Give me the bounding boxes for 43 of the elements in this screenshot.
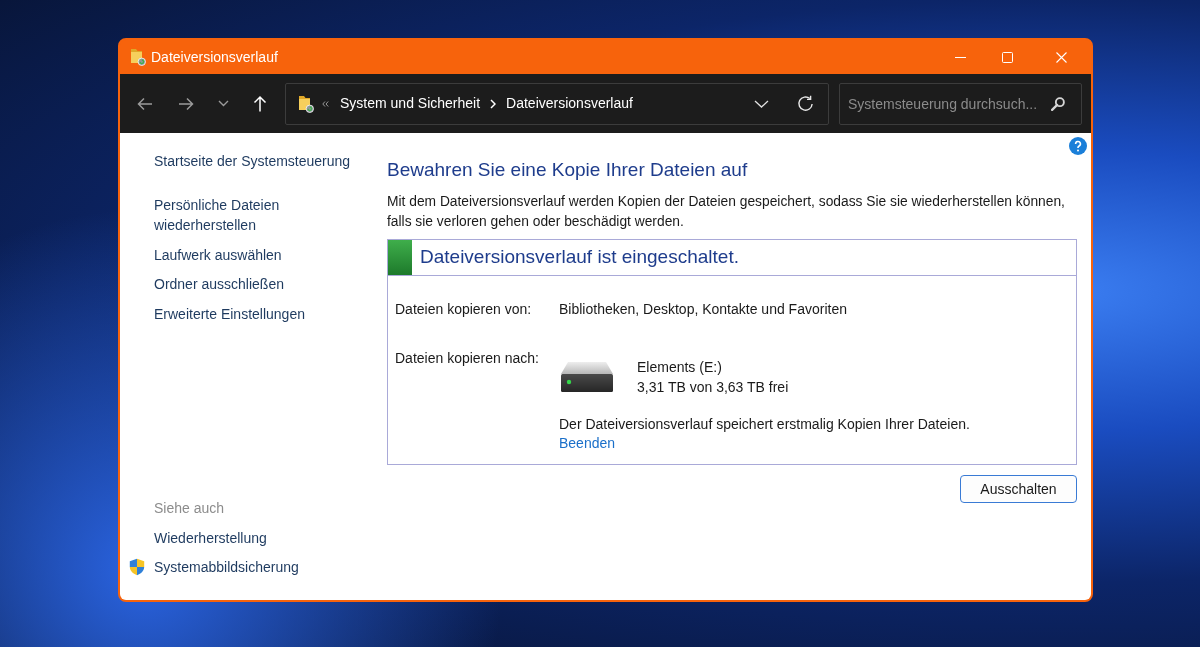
sidebar-link[interactable]: Laufwerk auswählen xyxy=(154,244,282,265)
search-icon xyxy=(1051,96,1065,111)
chevron-right-icon xyxy=(490,98,497,109)
window-title: Dateiversionsverlauf xyxy=(151,47,278,67)
description-text: Mit dem Dateiversionsverlauf werden Kopien der Dateien gespeichert, sodass Sie sie wiederherstellen können, falls sie verloren gehen oder beschädigt werden. xyxy=(387,193,1066,231)
address-bar[interactable]: System und Sicherheit Dateiversionsverlauf xyxy=(285,82,829,125)
refresh-icon xyxy=(796,95,814,112)
drive-name: Elements (E:) xyxy=(637,358,722,377)
folder-icon xyxy=(298,94,314,113)
breadcrumb-item[interactable]: Dateiversionsverlauf xyxy=(506,93,633,114)
turn-off-button[interactable]: Ausschalten xyxy=(960,475,1077,503)
arrow-left-icon xyxy=(137,95,153,112)
drive-icon xyxy=(561,362,613,392)
search-field[interactable]: Systemsteuerung durchsuch... xyxy=(839,82,1082,125)
arrow-right-icon xyxy=(178,95,194,112)
see-also-label: Siehe auch xyxy=(154,499,225,518)
status-message: Der Dateiversionsverlauf speichert erstmalig Kopien Ihrer Dateien. xyxy=(559,415,970,434)
maximize-icon xyxy=(1002,51,1013,63)
sidebar-link[interactable]: Persönliche Dateien wiederherstellen xyxy=(154,195,369,235)
see-also-link[interactable]: Wiederherstellung xyxy=(154,527,267,548)
sidebar-link[interactable]: Erweiterte Einstellungen xyxy=(154,303,305,324)
chevron-down-icon xyxy=(753,99,769,108)
minimize-icon xyxy=(955,56,966,58)
status-title: Dateiversionsverlauf ist eingeschaltet. xyxy=(420,245,739,270)
double-chevron-left-icon xyxy=(322,100,329,107)
refresh-button[interactable] xyxy=(795,93,815,114)
help-button[interactable] xyxy=(1069,137,1087,155)
see-also-link[interactable]: Systemabbildsicherung xyxy=(154,557,299,577)
arrow-up-icon xyxy=(252,95,268,112)
row-value: Bibliotheken, Desktop, Kontakte und Favoriten xyxy=(559,300,847,319)
stop-link[interactable]: Beenden xyxy=(559,434,616,453)
shield-icon xyxy=(128,558,146,576)
folder-icon xyxy=(130,48,146,66)
breadcrumb-item[interactable]: System und Sicherheit xyxy=(340,93,481,114)
control-panel-home-link[interactable]: Startseite der Systemsteuerung xyxy=(154,151,351,171)
help-icon xyxy=(1069,137,1087,155)
row-label: Dateien kopieren von: xyxy=(395,300,532,319)
sidebar-link[interactable]: Ordner ausschließen xyxy=(154,274,284,294)
page-heading: Bewahren Sie eine Kopie Ihrer Dateien auf xyxy=(387,158,748,182)
row-label: Dateien kopieren nach: xyxy=(395,349,539,368)
drive-space: 3,31 TB von 3,63 TB frei xyxy=(637,378,789,397)
close-icon xyxy=(1055,51,1067,63)
chevron-down-icon xyxy=(217,100,229,107)
